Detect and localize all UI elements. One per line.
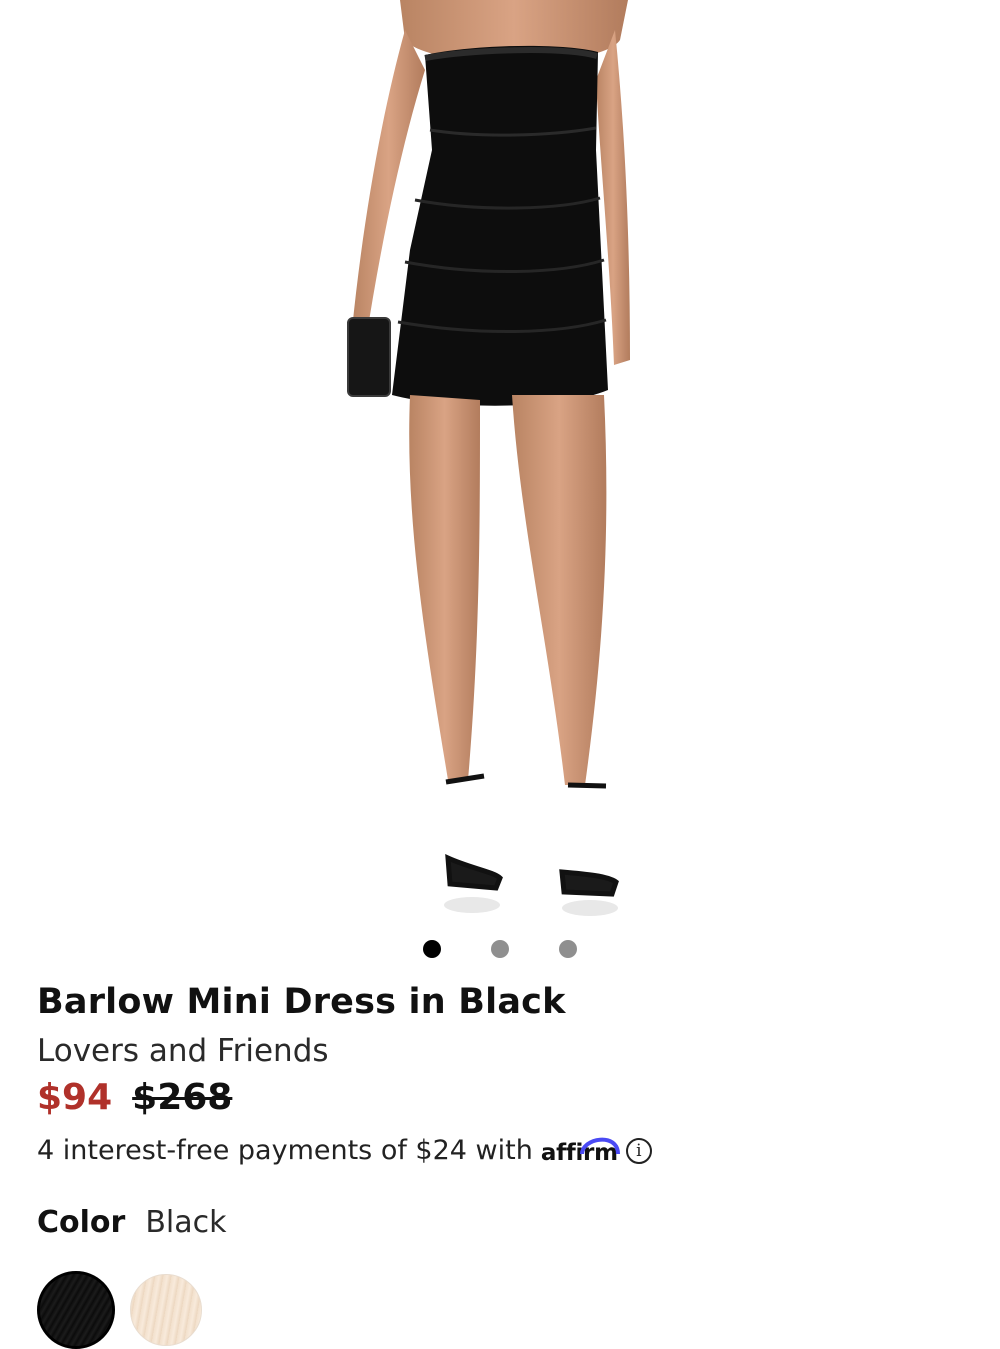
color-label: Color xyxy=(37,1205,126,1240)
selected-color-name: Black xyxy=(145,1205,227,1240)
product-title: Barlow Mini Dress in Black xyxy=(37,982,566,1022)
brand-link[interactable]: Lovers and Friends xyxy=(37,1033,329,1069)
price-row: $94 $268 xyxy=(37,1077,232,1118)
carousel-dot-1[interactable] xyxy=(423,940,441,958)
carousel-dot-3[interactable] xyxy=(559,940,577,958)
carousel-indicator xyxy=(0,940,1000,958)
carousel-dot-2[interactable] xyxy=(491,940,509,958)
financing-row: 4 interest-free payments of $24 with aff… xyxy=(37,1135,652,1166)
affirm-logo: affirm xyxy=(541,1136,620,1166)
model-photo xyxy=(347,0,630,916)
swatch-black[interactable] xyxy=(37,1271,115,1349)
financing-text: 4 interest-free payments of $24 with xyxy=(37,1135,533,1166)
product-image[interactable] xyxy=(0,0,1000,925)
color-selector-header: Color Black xyxy=(37,1205,227,1240)
info-icon[interactable]: i xyxy=(625,1137,652,1164)
affirm-arc-icon xyxy=(579,1137,620,1154)
sale-price: $94 xyxy=(37,1077,113,1118)
swatch-blush[interactable] xyxy=(130,1274,202,1346)
original-price: $268 xyxy=(132,1077,233,1118)
